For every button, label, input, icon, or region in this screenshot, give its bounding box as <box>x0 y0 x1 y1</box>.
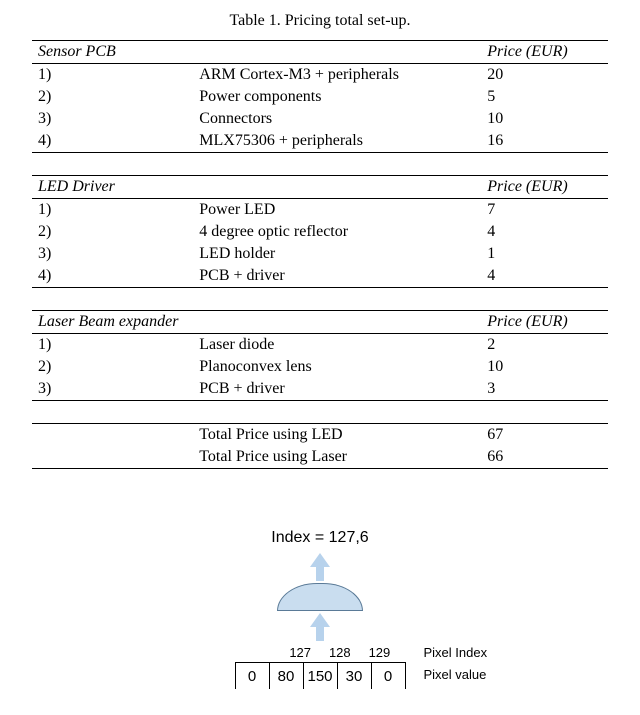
pixel-value-label: Pixel value <box>424 667 487 682</box>
table-row: 3) Connectors 10 <box>32 108 608 130</box>
pixel-array: 127 128 129 0 80 150 30 0 Pixel Index Pi… <box>235 645 406 689</box>
row-desc: ARM Cortex-M3 + peripherals <box>193 64 481 87</box>
table-row: 3) LED holder 1 <box>32 243 608 265</box>
pixel-value-row: 0 80 150 30 0 <box>235 662 406 689</box>
table-row: 1) Laser diode 2 <box>32 334 608 357</box>
total-row-laser: Total Price using Laser 66 <box>32 446 608 469</box>
pixel-cell: 0 <box>372 663 406 689</box>
index-figure: Index = 127,6 127 128 129 0 80 150 30 0 … <box>0 529 640 689</box>
pixel-index-row: 127 128 129 <box>235 645 406 660</box>
figure-index-label: Index = 127,6 <box>0 529 640 547</box>
table-row: 1) Power LED 7 <box>32 199 608 222</box>
section-header-laser-expander: Laser Beam expander Price (EUR) <box>32 311 608 334</box>
pixel-cell: 0 <box>236 663 270 689</box>
table-row: 2) Planoconvex lens 10 <box>32 356 608 378</box>
table-row: 3) PCB + driver 3 <box>32 378 608 401</box>
section-title: Sensor PCB <box>32 41 193 64</box>
row-price: 20 <box>481 64 608 87</box>
arrow-up-icon <box>310 553 330 567</box>
arrow-up-icon <box>310 613 330 627</box>
pixel-index-label: Pixel Index <box>424 645 488 660</box>
section-header-sensor-pcb: Sensor PCB Price (EUR) <box>32 41 608 64</box>
section-header-led-driver: LED Driver Price (EUR) <box>32 176 608 199</box>
table-row: 4) MLX75306 + peripherals 16 <box>32 130 608 153</box>
arrow-stem-icon <box>316 567 324 581</box>
pixel-cell: 80 <box>270 663 304 689</box>
pixel-cell: 150 <box>304 663 338 689</box>
table-row: 4) PCB + driver 4 <box>32 265 608 288</box>
total-row-led: Total Price using LED 67 <box>32 424 608 447</box>
table-row: 2) Power components 5 <box>32 86 608 108</box>
pricing-table: Sensor PCB Price (EUR) 1) ARM Cortex-M3 … <box>32 40 608 469</box>
table-row: 2) 4 degree optic reflector 4 <box>32 221 608 243</box>
table-caption: Table 1. Pricing total set-up. <box>0 12 640 30</box>
row-index: 1) <box>32 64 193 87</box>
pixel-cell: 30 <box>338 663 372 689</box>
price-header: Price (EUR) <box>481 41 608 64</box>
table-row: 1) ARM Cortex-M3 + peripherals 20 <box>32 64 608 87</box>
arrow-stem-icon <box>316 627 324 641</box>
lens-icon <box>277 583 363 611</box>
